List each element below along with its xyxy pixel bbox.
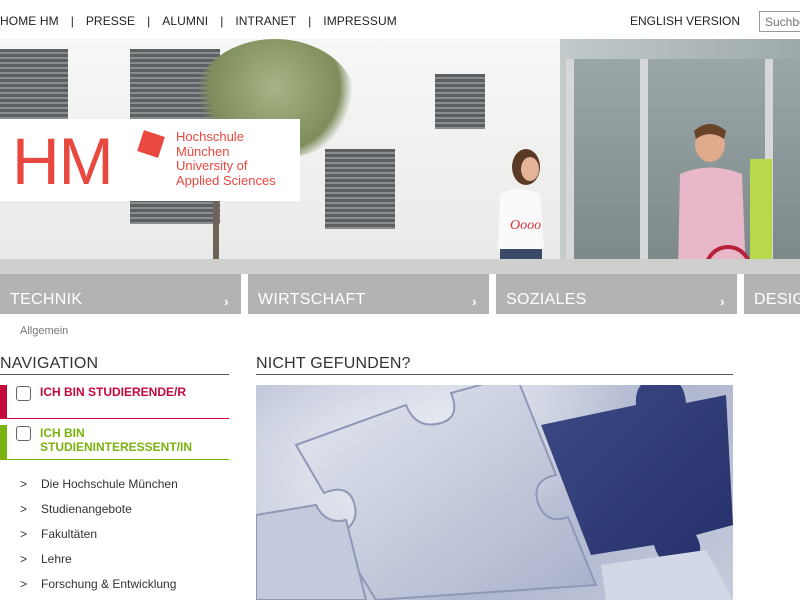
search-input[interactable] — [759, 11, 800, 32]
window-shutter — [325, 149, 395, 229]
chevron-right-icon: › — [472, 293, 477, 309]
role-checkbox[interactable] — [16, 426, 31, 441]
hm-logo[interactable]: HM Hochschule München University of Appl… — [0, 119, 300, 201]
window-shutter — [435, 74, 485, 129]
arrow-icon: > — [20, 477, 28, 491]
ground — [0, 259, 800, 274]
top-navigation: HOME HM | PRESSE | ALUMNI | INTRANET | IMPRE… — [0, 14, 397, 28]
english-version-link[interactable]: ENGLISH VERSION — [630, 14, 740, 28]
nav-item-fakultaeten[interactable]: > Fakultäten — [20, 527, 178, 552]
tab-soziales[interactable]: SOZIALES › — [496, 274, 737, 314]
topnav-impressum-link[interactable]: IMPRESSUM — [323, 14, 397, 28]
role-student[interactable]: ICH BIN STUDIERENDE/R — [0, 385, 229, 419]
arrow-icon: > — [20, 527, 28, 541]
topnav-intranet-link[interactable]: INTRANET — [235, 14, 296, 28]
nav-item-label: Fakultäten — [41, 527, 98, 541]
tab-wirtschaft[interactable]: WIRTSCHAFT › — [248, 274, 489, 314]
nav-item-label: Lehre — [41, 552, 72, 566]
tab-label: SOZIALES — [506, 291, 587, 308]
arrow-icon: > — [20, 577, 28, 591]
puzzle-image — [256, 385, 733, 600]
page-title: NICHT GEFUNDEN? — [256, 355, 733, 375]
puzzle-illustration — [256, 385, 733, 600]
student-woman-figure: Oooo — [498, 149, 544, 274]
nav-item-hochschule[interactable]: > Die Hochschule München — [20, 477, 178, 502]
nav-item-lehre[interactable]: > Lehre — [20, 552, 178, 577]
role-label: ICH BIN STUDIENINTERESSENT/IN — [40, 426, 193, 454]
navigation-list: > Die Hochschule München > Studienangebote… — [20, 477, 178, 600]
glass-frame — [640, 59, 648, 274]
chevron-right-icon: › — [224, 293, 229, 309]
role-checkbox[interactable] — [16, 386, 31, 401]
nav-item-forschung[interactable]: > Forschung & Entwicklung — [20, 577, 178, 600]
tab-design[interactable]: DESIGN — [744, 274, 800, 314]
nav-item-studienangebote[interactable]: > Studienangebote — [20, 502, 178, 527]
chevron-right-icon: › — [720, 293, 725, 309]
topnav-separator: | — [70, 14, 74, 28]
arrow-icon: > — [20, 502, 28, 516]
tab-label: TECHNIK — [10, 291, 83, 308]
svg-text:Oooo: Oooo — [510, 218, 541, 233]
nav-item-label: Die Hochschule München — [41, 477, 178, 491]
logo-line: München — [176, 143, 230, 159]
logo-letters: HM — [12, 124, 114, 198]
role-color-bar — [0, 425, 7, 459]
nav-item-label: Forschung & Entwicklung — [41, 577, 177, 591]
breadcrumb[interactable]: Allgemein — [20, 325, 68, 337]
arrow-icon: > — [20, 552, 28, 566]
topnav-alumni-link[interactable]: ALUMNI — [162, 14, 208, 28]
topnav-separator: | — [147, 14, 151, 28]
role-label: ICH BIN STUDIERENDE/R — [40, 385, 187, 399]
logo-line: Applied Sciences — [176, 172, 276, 188]
topnav-presse-link[interactable]: PRESSE — [86, 14, 135, 28]
window-shutter — [130, 199, 220, 224]
nav-item-label: Studienangebote — [41, 502, 132, 516]
faculty-tabs: TECHNIK › WIRTSCHAFT › SOZIALES › DESIGN — [0, 274, 800, 314]
logo-square-mark — [137, 130, 165, 158]
role-color-bar — [0, 385, 7, 418]
role-prospective-student[interactable]: ICH BIN STUDIENINTERESSENT/IN — [0, 425, 229, 460]
tab-label: DESIGN — [754, 291, 800, 308]
topnav-separator: | — [308, 14, 312, 28]
logo-line: Hochschule — [176, 129, 244, 144]
glass-frame — [566, 59, 574, 274]
student-man-figure — [678, 124, 772, 274]
topnav-separator: | — [220, 14, 224, 28]
tab-label: WIRTSCHAFT — [258, 291, 366, 308]
top-bar: HOME HM | PRESSE | ALUMNI | INTRANET | IMPRE… — [0, 0, 800, 40]
navigation-title: NAVIGATION — [0, 355, 229, 375]
topnav-home-link[interactable]: HOME HM — [0, 14, 59, 28]
logo-line: University of — [176, 158, 248, 173]
tab-technik[interactable]: TECHNIK › — [0, 274, 241, 314]
logo-wordmark: Hochschule München University of Applied… — [176, 129, 276, 188]
